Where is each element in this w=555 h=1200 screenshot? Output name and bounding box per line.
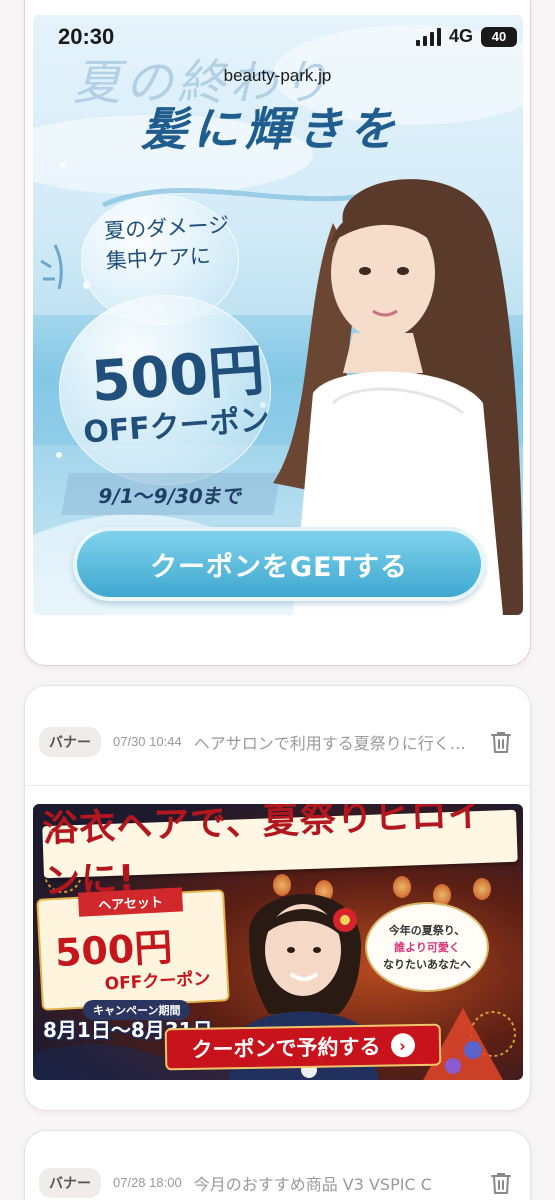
coupon-ribbon: ヘアセット	[77, 887, 184, 917]
network-label: 4G	[448, 26, 473, 46]
trash-icon[interactable]	[486, 1168, 516, 1198]
banner-image-summer-hair[interactable]: 夏の終わり 髪に輝きを 夏のダメージ 集中ケアに 500円 OFFクーポン 9/…	[33, 15, 523, 615]
banner-card-1[interactable]: 夏の終わり 髪に輝きを 夏のダメージ 集中ケアに 500円 OFFクーポン 9/…	[24, 0, 531, 666]
banner-image-yukata[interactable]: 浴衣ヘアで、夏祭りヒロインに! ヘアセット 500円 OFFクーポン キャンペー…	[33, 804, 523, 1080]
created-date: 07/30 10:44	[113, 734, 182, 749]
card-title: ヘアサロンで利用する夏祭りに行く女性向けのバナー	[193, 733, 478, 753]
coupon-period: 9/1〜9/30まで	[61, 473, 281, 515]
card-header: バナー 07/28 18:00 今月のおすすめ商品 V3 VSPIC C	[25, 1139, 530, 1200]
coupon-ticket: ヘアセット 500円 OFFクーポン	[36, 887, 230, 1011]
signal-icon	[415, 27, 441, 46]
card-header: バナー 07/30 10:44 ヘアサロンで利用する夏祭りに行く女性向けのバナー	[25, 698, 530, 786]
status-bar: 20:30 4G 40	[0, 0, 555, 72]
banner-subtext: 夏のダメージ 集中ケアに	[103, 212, 230, 274]
banner-card-3[interactable]: バナー 07/28 18:00 今月のおすすめ商品 V3 VSPIC C	[24, 1130, 531, 1200]
type-badge: バナー	[39, 1167, 101, 1198]
chevron-right-icon: ›	[390, 1033, 415, 1058]
get-coupon-button[interactable]: クーポンをGETする	[73, 527, 485, 601]
created-date: 07/28 18:00	[113, 1175, 182, 1190]
speech-bubble: 今年の夏祭り、 誰より可愛く なりたいあなたへ	[365, 902, 489, 992]
status-indicators: 4G 40	[415, 26, 517, 47]
type-badge: バナー	[39, 726, 101, 757]
reserve-coupon-label: クーポンで予約する	[191, 1034, 381, 1062]
banner-card-2[interactable]: バナー 07/30 10:44 ヘアサロンで利用する夏祭りに行く女性向けのバナー	[24, 685, 531, 1111]
trash-icon[interactable]	[486, 727, 516, 757]
url-label[interactable]: beauty-park.jp	[0, 66, 555, 86]
card-title: 今月のおすすめ商品 V3 VSPIC C	[193, 1174, 432, 1194]
status-time: 20:30	[58, 24, 115, 49]
coupon-off-label: OFFクーポン	[104, 969, 211, 995]
banner-headline-main: 髪に輝きを	[141, 102, 401, 156]
reserve-coupon-button[interactable]: クーポンで予約する ›	[164, 1023, 442, 1071]
banner-headline: 浴衣ヘアで、夏祭りヒロインに!	[42, 804, 518, 902]
battery-icon: 40	[481, 26, 517, 47]
